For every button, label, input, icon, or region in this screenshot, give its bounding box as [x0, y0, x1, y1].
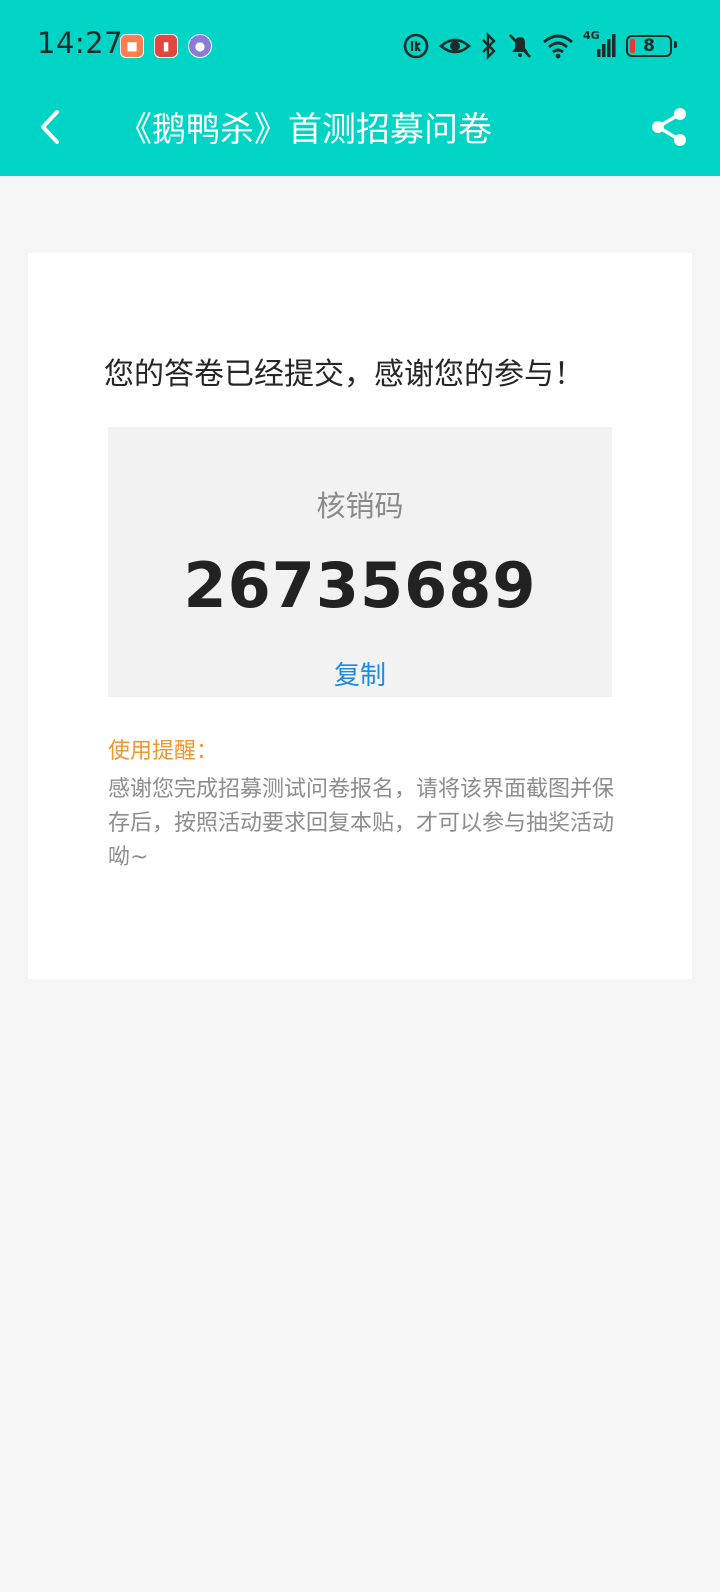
- wifi-icon: [542, 33, 574, 59]
- app-badge-1: ■: [120, 34, 144, 58]
- usage-tip-body: 感谢您完成招募测试问卷报名，请将该界面截图并保存后，按照活动要求回复本贴，才可以…: [108, 777, 615, 870]
- usage-tip-title: 使用提醒：: [108, 739, 219, 764]
- app-badge-3: ●: [188, 34, 212, 58]
- top-header: 14:27 ■ ▮ ● 4G 8 《鹅鸭杀》首测招募问卷: [0, 0, 720, 176]
- hd-call-icon: [402, 32, 430, 60]
- code-value: 26735689: [183, 549, 537, 622]
- result-card: 您的答卷已经提交，感谢您的参与！ 核销码 26735689 复制 使用提醒： 感…: [28, 253, 692, 979]
- battery-level: 8: [643, 36, 655, 56]
- mute-icon: [507, 32, 533, 60]
- cellular-signal-icon: 4G: [583, 29, 617, 59]
- share-icon: [652, 108, 686, 146]
- code-label: 核销码: [316, 489, 404, 523]
- status-icons: 4G 8: [402, 29, 677, 61]
- status-time: 14:27: [37, 26, 124, 60]
- bluetooth-icon: [480, 32, 498, 60]
- copy-button[interactable]: 复制: [108, 655, 612, 692]
- navbar: 《鹅鸭杀》首测招募问卷: [0, 90, 720, 176]
- network-type-label: 4G: [583, 29, 600, 42]
- page-title: 《鹅鸭杀》首测招募问卷: [118, 110, 492, 150]
- chevron-left-icon: [41, 110, 59, 144]
- verification-code-box: 核销码 26735689 复制: [108, 427, 612, 697]
- status-bar: 14:27 ■ ▮ ● 4G 8: [0, 0, 720, 90]
- back-button[interactable]: [30, 104, 70, 150]
- battery-icon: 8: [626, 35, 677, 57]
- eye-icon: [439, 34, 471, 58]
- app-badge-2: ▮: [154, 34, 178, 58]
- share-button[interactable]: [646, 104, 692, 150]
- submit-success-message: 您的答卷已经提交，感谢您的参与！: [104, 357, 584, 392]
